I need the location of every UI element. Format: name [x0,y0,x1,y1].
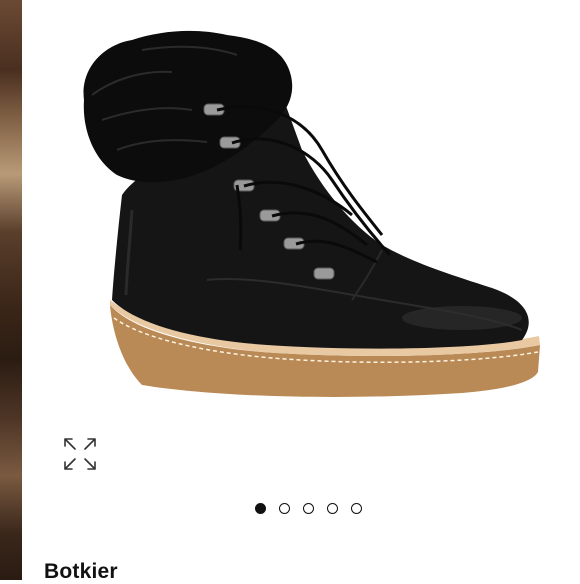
gallery-dot-2[interactable] [278,503,290,514]
gallery-pagination [0,503,580,523]
gallery-dot-3[interactable] [302,503,314,514]
gallery-dot-4[interactable] [326,503,338,514]
boot-photo [83,30,540,397]
gallery-dot-1[interactable] [254,503,266,514]
brand-name[interactable]: Botkier [44,560,118,584]
background-strip [0,0,22,580]
product-image[interactable] [22,0,580,430]
gallery-dot-5[interactable] [350,503,362,514]
expand-arrows-icon[interactable] [62,436,98,472]
